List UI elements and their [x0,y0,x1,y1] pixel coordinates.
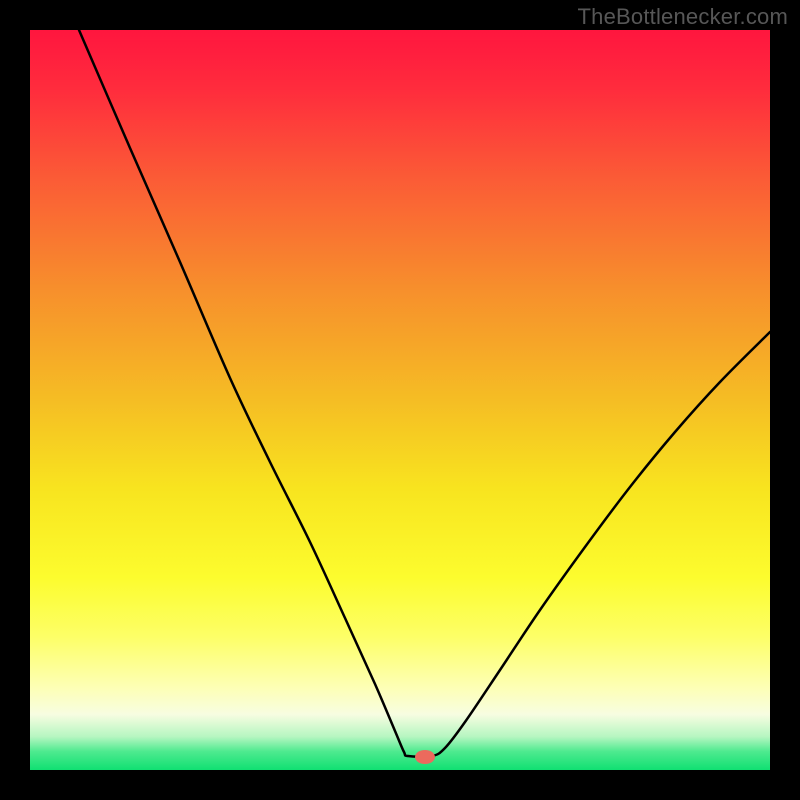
watermark-text: TheBottlenecker.com [578,4,788,30]
chart-frame: TheBottlenecker.com [0,0,800,800]
optimal-point-marker [415,750,435,764]
plot-area [30,30,770,770]
gradient-background [30,30,770,770]
plot-svg [30,30,770,770]
